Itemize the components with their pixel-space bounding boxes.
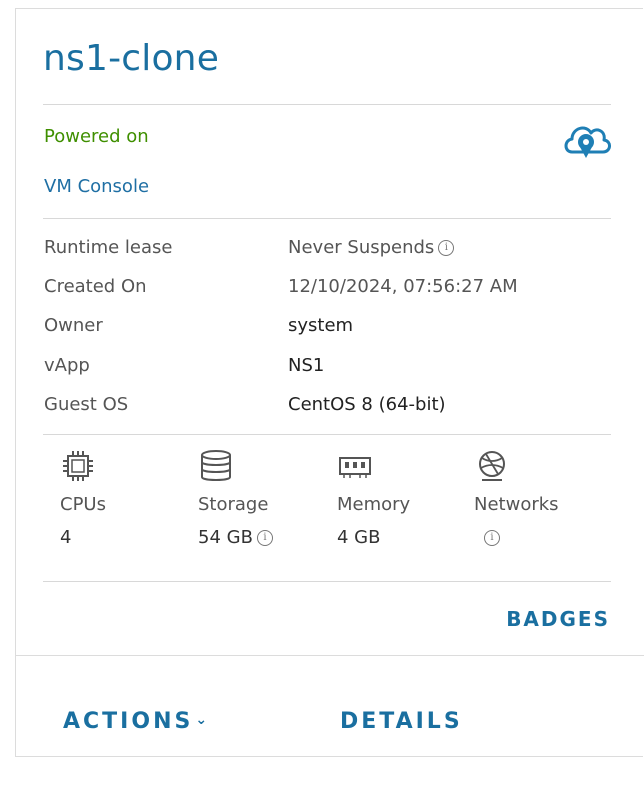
actions-dropdown-button[interactable]: ACTIONS ⌄ [63, 709, 207, 734]
chevron-down-icon: ⌄ [195, 712, 208, 728]
resource-networks: Networks i [474, 448, 559, 548]
created-on-label: Created On [44, 276, 147, 297]
runtime-lease-value: Never Suspends i [288, 237, 455, 258]
owner-label: Owner [44, 315, 103, 336]
memory-icon [339, 457, 371, 478]
runtime-lease-text: Never Suspends [288, 237, 435, 258]
info-icon[interactable]: i [484, 530, 500, 546]
details-button[interactable]: DETAILS [340, 709, 463, 734]
actions-label: ACTIONS [63, 709, 194, 734]
cpus-value: 4 [60, 527, 72, 548]
guest-os-label: Guest OS [44, 394, 129, 415]
power-status: Powered on [44, 126, 149, 147]
resource-cpus: CPUs 4 [60, 448, 106, 548]
cpu-icon [63, 451, 93, 481]
storage-icon [201, 450, 231, 481]
memory-label: Memory [337, 494, 411, 515]
cloud-location-icon[interactable] [560, 118, 612, 162]
info-icon[interactable]: i [256, 530, 273, 546]
info-icon[interactable]: i [438, 240, 455, 256]
resource-memory: Memory 4 GB [337, 448, 410, 548]
vapp-value[interactable]: NS1 [288, 355, 324, 376]
footer-divider [15, 655, 644, 656]
storage-label: Storage [198, 494, 269, 515]
storage-text: 54 GB [198, 527, 253, 548]
divider [43, 434, 611, 435]
divider [43, 104, 611, 105]
badges-button[interactable]: BADGES [506, 607, 610, 631]
owner-value: system [288, 315, 354, 336]
memory-value: 4 GB [337, 527, 381, 548]
network-icon [479, 451, 505, 481]
networks-value: i [474, 527, 559, 548]
vm-console-link[interactable]: VM Console [44, 176, 149, 197]
runtime-lease-label: Runtime lease [44, 237, 173, 258]
vapp-label: vApp [44, 355, 90, 376]
divider [43, 218, 611, 219]
vm-name-title[interactable]: ns1-clone [43, 38, 219, 79]
divider [43, 581, 611, 582]
created-on-value: 12/10/2024, 07:56:27 AM [288, 276, 518, 297]
cpus-label: CPUs [60, 494, 106, 515]
vm-card [15, 8, 643, 757]
guest-os-value: CentOS 8 (64-bit) [288, 394, 446, 415]
resource-storage: Storage 54 GB i [198, 448, 273, 548]
storage-value: 54 GB i [198, 527, 273, 548]
networks-label: Networks [474, 494, 559, 515]
